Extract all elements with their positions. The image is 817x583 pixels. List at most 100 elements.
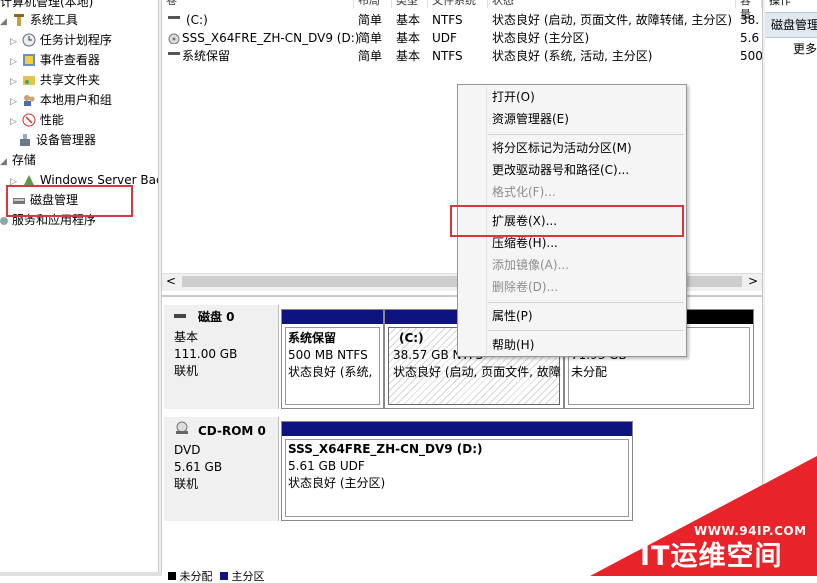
legend-label: 主分区 — [231, 570, 265, 583]
disk-name: 磁盘 0 — [198, 310, 235, 324]
volume-layout: 简单 — [358, 49, 383, 63]
expand-icon[interactable]: ▷ — [10, 52, 18, 72]
legend-label: 未分配 — [179, 570, 213, 583]
disk-size: 111.00 GB — [174, 347, 238, 361]
volume-filesystem: NTFS — [432, 49, 463, 63]
table-row[interactable]: SSS_X64FRE_ZH-CN_DV9 (D:) 简单 基本 UDF 状态良好… — [162, 29, 762, 47]
menu-separator — [488, 134, 684, 135]
collapse-icon[interactable]: ◢ — [0, 152, 8, 172]
volume-layout: 简单 — [358, 31, 383, 45]
highlight-box-extend-volume — [450, 205, 684, 237]
scroll-right-arrow[interactable]: > — [748, 273, 758, 290]
table-row[interactable]: 系统保留 简单 基本 NTFS 状态良好 (系统, 活动, 主分区) 500 — [162, 47, 762, 65]
partition-name: 系统保留 — [288, 331, 337, 345]
menu-item-mark-active[interactable]: 将分区标记为活动分区(M) — [492, 138, 632, 158]
disk-status: 联机 — [174, 477, 199, 491]
column-header-filesystem[interactable]: 文件系统 — [428, 0, 488, 8]
expand-icon[interactable]: ▷ — [10, 92, 18, 112]
volume-name: (C:) — [186, 13, 208, 27]
partition-status: 状态良好 (启动, 页面文件, 故障 — [393, 365, 561, 379]
actions-header: 操作 — [769, 0, 791, 7]
tree-item-label: 存储 — [11, 153, 36, 167]
device-manager-icon — [18, 133, 32, 147]
expand-icon[interactable]: ▷ — [10, 72, 18, 92]
volume-status: 状态良好 (启动, 页面文件, 故障转储, 主分区) — [492, 13, 733, 27]
event-viewer-icon — [22, 53, 36, 67]
column-header-capacity[interactable]: 容量 — [736, 0, 762, 21]
tree-item-label: 性能 — [39, 113, 64, 127]
partition-status: 状态良好 (系统, 活 — [288, 365, 376, 379]
collapse-icon[interactable]: ◢ — [0, 12, 8, 32]
volume-icon — [168, 16, 180, 19]
tree-scrollbar[interactable] — [0, 572, 162, 576]
tree-item-system-tools[interactable]: ◢ 系统工具 — [0, 10, 78, 30]
column-header-status[interactable]: 状态 — [488, 0, 736, 8]
partition-name: SSS_X64FRE_ZH-CN_DV9 (D:) — [288, 442, 483, 456]
menu-item-delete-volume: 删除卷(D)... — [492, 280, 559, 294]
tree-item-device-manager[interactable]: 设备管理器 — [18, 130, 96, 150]
volume-capacity: 38. — [740, 13, 760, 27]
legend-swatch-unallocated — [168, 572, 176, 580]
tree-item-label: 设备管理器 — [36, 133, 97, 147]
disk-type: 基本 — [174, 330, 199, 344]
menu-item-change-drive-letter[interactable]: 更改驱动器号和路径(C)... — [492, 160, 629, 180]
tree-item-local-users[interactable]: ▷ 本地用户和组 — [10, 90, 112, 110]
cdrom-0-label[interactable]: CD-ROM 0 DVD 5.61 GB 联机 — [164, 417, 279, 521]
table-row[interactable]: (C:) 简单 基本 NTFS 状态良好 (启动, 页面文件, 故障转储, 主分… — [162, 11, 762, 29]
cd-icon — [168, 32, 180, 44]
legend: 未分配 主分区 — [168, 570, 265, 583]
disk-status: 联机 — [174, 364, 199, 378]
disk-type: DVD — [174, 443, 201, 457]
volume-layout: 简单 — [358, 13, 383, 27]
volume-type: 基本 — [396, 49, 421, 63]
volume-name: SSS_X64FRE_ZH-CN_DV9 (D:) — [182, 31, 360, 45]
partition-bar — [282, 310, 383, 324]
more-actions-link[interactable]: 更多 — [793, 40, 817, 58]
volume-type: 基本 — [396, 13, 421, 27]
expand-icon[interactable]: ▷ — [10, 32, 18, 52]
column-header-volume[interactable]: 卷 — [162, 0, 354, 8]
shared-folder-icon — [22, 73, 36, 87]
menu-item-open[interactable]: 打开(O) — [492, 87, 535, 107]
volume-filesystem: UDF — [432, 31, 457, 45]
actions-section-title[interactable]: 磁盘管理 — [765, 12, 817, 38]
menu-item-add-mirror: 添加镜像(A)... — [492, 258, 570, 272]
legend-swatch-primary — [220, 572, 228, 580]
watermark-brand: IT运维空间 — [640, 541, 783, 572]
volume-status: 状态良好 (系统, 活动, 主分区) — [492, 49, 653, 63]
column-header-layout[interactable]: 布局 — [354, 0, 392, 8]
partition-name: (C:) — [399, 331, 424, 345]
tree-item-storage[interactable]: ◢ 存储 — [0, 150, 36, 170]
partition-status: 状态良好 (主分区) — [288, 476, 386, 490]
menu-item-properties[interactable]: 属性(P) — [492, 306, 533, 326]
partition-status: 未分配 — [571, 365, 608, 379]
disk-name: CD-ROM 0 — [198, 424, 266, 438]
tree-item-shared-folders[interactable]: ▷ 共享文件夹 — [10, 70, 100, 90]
tree-item-label: 任务计划程序 — [39, 33, 112, 47]
menu-item-help[interactable]: 帮助(H) — [492, 335, 534, 355]
watermark-url: WWW.94IP.COM — [694, 524, 807, 538]
tree-item-label: 事件查看器 — [39, 53, 100, 67]
menu-item-explorer[interactable]: 资源管理器(E) — [492, 109, 569, 129]
tree-item-performance[interactable]: ▷ 性能 — [10, 110, 64, 130]
clock-icon — [22, 33, 36, 47]
column-header-type[interactable]: 类型 — [392, 0, 428, 8]
partition-detail: 500 MB NTFS — [288, 348, 368, 362]
volume-icon — [168, 52, 180, 55]
disk-0-label[interactable]: 磁盘 0 基本 111.00 GB 联机 — [164, 305, 279, 409]
scroll-left-arrow[interactable]: < — [166, 273, 176, 290]
tree-item-task-scheduler[interactable]: ▷ 任务计划程序 — [10, 30, 112, 50]
cd-icon — [174, 421, 190, 438]
disk-icon — [174, 314, 186, 318]
partition-cdrom-d[interactable]: SSS_X64FRE_ZH-CN_DV9 (D:) 5.61 GB UDF 状态… — [281, 421, 633, 521]
users-icon — [22, 93, 36, 107]
tree-item-event-viewer[interactable]: ▷ 事件查看器 — [10, 50, 100, 70]
navigation-tree: 计算机管理(本地) ◢ 系统工具 ▷ 任务计划程序 ▷ 事件查看器 ▷ 共享文件… — [0, 0, 158, 576]
menu-separator — [488, 302, 684, 303]
partition-system-reserved[interactable]: 系统保留 500 MB NTFS 状态良好 (系统, 活 — [281, 309, 384, 409]
partition-detail: 5.61 GB UDF — [288, 459, 365, 473]
expand-icon[interactable]: ▷ — [10, 112, 18, 132]
tree-item-label: 本地用户和组 — [39, 93, 112, 107]
highlight-box-disk-management — [6, 185, 133, 217]
volume-name: 系统保留 — [182, 49, 231, 63]
